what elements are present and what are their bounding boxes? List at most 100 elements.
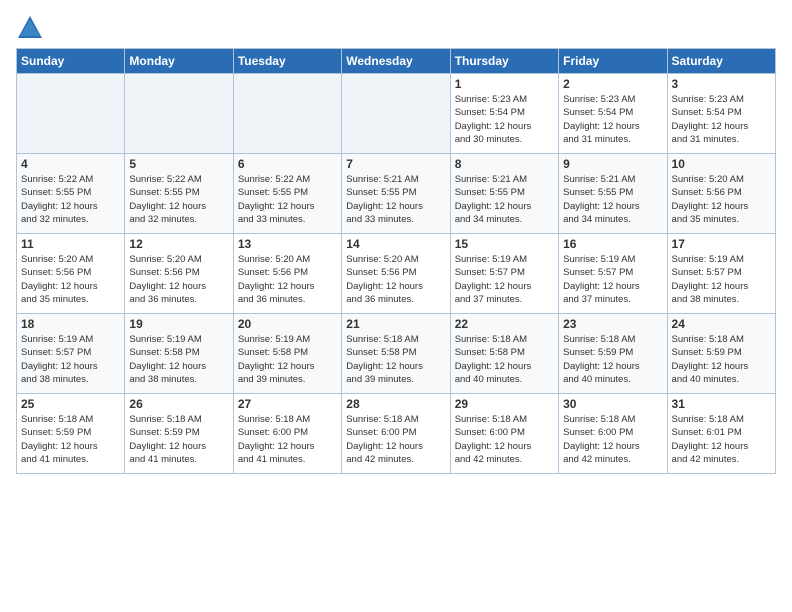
day-info: Sunrise: 5:20 AM Sunset: 5:56 PM Dayligh…: [238, 253, 337, 306]
day-number: 9: [563, 157, 662, 171]
day-number: 2: [563, 77, 662, 91]
day-number: 27: [238, 397, 337, 411]
day-info: Sunrise: 5:18 AM Sunset: 5:59 PM Dayligh…: [672, 333, 771, 386]
day-info: Sunrise: 5:18 AM Sunset: 5:58 PM Dayligh…: [346, 333, 445, 386]
weekday-header-saturday: Saturday: [667, 49, 775, 74]
weekday-header-sunday: Sunday: [17, 49, 125, 74]
weekday-header-row: SundayMondayTuesdayWednesdayThursdayFrid…: [17, 49, 776, 74]
calendar-cell: 6 Sunrise: 5:22 AM Sunset: 5:55 PM Daylig…: [233, 154, 341, 234]
day-number: 3: [672, 77, 771, 91]
day-info: Sunrise: 5:21 AM Sunset: 5:55 PM Dayligh…: [455, 173, 554, 226]
day-info: Sunrise: 5:18 AM Sunset: 6:00 PM Dayligh…: [455, 413, 554, 466]
day-info: Sunrise: 5:19 AM Sunset: 5:57 PM Dayligh…: [672, 253, 771, 306]
day-number: 14: [346, 237, 445, 251]
day-info: Sunrise: 5:22 AM Sunset: 5:55 PM Dayligh…: [238, 173, 337, 226]
calendar-cell: [342, 74, 450, 154]
day-number: 1: [455, 77, 554, 91]
calendar-cell: 30Sunrise: 5:18 AM Sunset: 6:00 PM Dayli…: [559, 394, 667, 474]
weekday-header-friday: Friday: [559, 49, 667, 74]
weekday-header-wednesday: Wednesday: [342, 49, 450, 74]
logo: [16, 14, 48, 42]
day-number: 20: [238, 317, 337, 331]
calendar-cell: 19 Sunrise: 5:19 AM Sunset: 5:58 PM Dayli…: [125, 314, 233, 394]
day-info: Sunrise: 5:21 AM Sunset: 5:55 PM Dayligh…: [346, 173, 445, 226]
day-info: Sunrise: 5:23 AM Sunset: 5:54 PM Dayligh…: [672, 93, 771, 146]
calendar-cell: 17 Sunrise: 5:19 AM Sunset: 5:57 PM Dayli…: [667, 234, 775, 314]
day-number: 18: [21, 317, 120, 331]
calendar-cell: 29 Sunrise: 5:18 AM Sunset: 6:00 PM Dayli…: [450, 394, 558, 474]
weekday-header-monday: Monday: [125, 49, 233, 74]
calendar-cell: 31 Sunrise: 5:18 AM Sunset: 6:01 PM Dayli…: [667, 394, 775, 474]
day-number: 28: [346, 397, 445, 411]
day-number: 26: [129, 397, 228, 411]
calendar-cell: 11 Sunrise: 5:20 AM Sunset: 5:56 PM Dayli…: [17, 234, 125, 314]
day-info: Sunrise: 5:18 AM Sunset: 5:59 PM Dayligh…: [129, 413, 228, 466]
day-info: Sunrise: 5:18 AM Sunset: 6:00 PM Dayligh…: [563, 413, 662, 466]
day-number: 6: [238, 157, 337, 171]
day-number: 7: [346, 157, 445, 171]
calendar-cell: 9 Sunrise: 5:21 AM Sunset: 5:55 PM Daylig…: [559, 154, 667, 234]
calendar-cell: 21 Sunrise: 5:18 AM Sunset: 5:58 PM Dayli…: [342, 314, 450, 394]
calendar-cell: 7 Sunrise: 5:21 AM Sunset: 5:55 PM Daylig…: [342, 154, 450, 234]
day-info: Sunrise: 5:18 AM Sunset: 6:00 PM Dayligh…: [238, 413, 337, 466]
day-info: Sunrise: 5:22 AM Sunset: 5:55 PM Dayligh…: [21, 173, 120, 226]
calendar-cell: 15 Sunrise: 5:19 AM Sunset: 5:57 PM Dayli…: [450, 234, 558, 314]
day-info: Sunrise: 5:20 AM Sunset: 5:56 PM Dayligh…: [129, 253, 228, 306]
calendar-cell: 26 Sunrise: 5:18 AM Sunset: 5:59 PM Dayli…: [125, 394, 233, 474]
day-number: 15: [455, 237, 554, 251]
day-number: 25: [21, 397, 120, 411]
day-info: Sunrise: 5:22 AM Sunset: 5:55 PM Dayligh…: [129, 173, 228, 226]
day-number: 24: [672, 317, 771, 331]
calendar-cell: 27 Sunrise: 5:18 AM Sunset: 6:00 PM Dayli…: [233, 394, 341, 474]
day-number: 12: [129, 237, 228, 251]
day-info: Sunrise: 5:18 AM Sunset: 6:01 PM Dayligh…: [672, 413, 771, 466]
day-number: 21: [346, 317, 445, 331]
day-info: Sunrise: 5:20 AM Sunset: 5:56 PM Dayligh…: [21, 253, 120, 306]
day-info: Sunrise: 5:23 AM Sunset: 5:54 PM Dayligh…: [455, 93, 554, 146]
page: SundayMondayTuesdayWednesdayThursdayFrid…: [0, 0, 792, 612]
day-number: 23: [563, 317, 662, 331]
calendar-cell: 1 Sunrise: 5:23 AM Sunset: 5:54 PM Daylig…: [450, 74, 558, 154]
logo-icon: [16, 14, 44, 42]
weekday-header-tuesday: Tuesday: [233, 49, 341, 74]
week-row-4: 18Sunrise: 5:19 AM Sunset: 5:57 PM Dayli…: [17, 314, 776, 394]
day-info: Sunrise: 5:20 AM Sunset: 5:56 PM Dayligh…: [346, 253, 445, 306]
header: [16, 10, 776, 42]
week-row-1: 1 Sunrise: 5:23 AM Sunset: 5:54 PM Daylig…: [17, 74, 776, 154]
calendar-cell: 24 Sunrise: 5:18 AM Sunset: 5:59 PM Dayli…: [667, 314, 775, 394]
week-row-5: 25 Sunrise: 5:18 AM Sunset: 5:59 PM Dayli…: [17, 394, 776, 474]
calendar-cell: [233, 74, 341, 154]
day-info: Sunrise: 5:21 AM Sunset: 5:55 PM Dayligh…: [563, 173, 662, 226]
calendar-cell: 12 Sunrise: 5:20 AM Sunset: 5:56 PM Dayli…: [125, 234, 233, 314]
day-info: Sunrise: 5:19 AM Sunset: 5:57 PM Dayligh…: [563, 253, 662, 306]
day-number: 4: [21, 157, 120, 171]
week-row-3: 11 Sunrise: 5:20 AM Sunset: 5:56 PM Dayli…: [17, 234, 776, 314]
week-row-2: 4 Sunrise: 5:22 AM Sunset: 5:55 PM Daylig…: [17, 154, 776, 234]
calendar-cell: 25 Sunrise: 5:18 AM Sunset: 5:59 PM Dayli…: [17, 394, 125, 474]
day-number: 31: [672, 397, 771, 411]
calendar-table: SundayMondayTuesdayWednesdayThursdayFrid…: [16, 48, 776, 474]
calendar-cell: 14 Sunrise: 5:20 AM Sunset: 5:56 PM Dayli…: [342, 234, 450, 314]
day-info: Sunrise: 5:18 AM Sunset: 5:59 PM Dayligh…: [21, 413, 120, 466]
calendar-cell: 13 Sunrise: 5:20 AM Sunset: 5:56 PM Dayli…: [233, 234, 341, 314]
day-number: 22: [455, 317, 554, 331]
day-info: Sunrise: 5:19 AM Sunset: 5:58 PM Dayligh…: [129, 333, 228, 386]
day-number: 19: [129, 317, 228, 331]
calendar-cell: 18Sunrise: 5:19 AM Sunset: 5:57 PM Dayli…: [17, 314, 125, 394]
weekday-header-thursday: Thursday: [450, 49, 558, 74]
day-info: Sunrise: 5:19 AM Sunset: 5:57 PM Dayligh…: [455, 253, 554, 306]
calendar-cell: 4 Sunrise: 5:22 AM Sunset: 5:55 PM Daylig…: [17, 154, 125, 234]
day-number: 16: [563, 237, 662, 251]
day-number: 29: [455, 397, 554, 411]
day-number: 13: [238, 237, 337, 251]
calendar-cell: 20 Sunrise: 5:19 AM Sunset: 5:58 PM Dayli…: [233, 314, 341, 394]
day-number: 5: [129, 157, 228, 171]
day-number: 17: [672, 237, 771, 251]
calendar-cell: 10Sunrise: 5:20 AM Sunset: 5:56 PM Dayli…: [667, 154, 775, 234]
calendar-cell: [17, 74, 125, 154]
calendar-cell: 16 Sunrise: 5:19 AM Sunset: 5:57 PM Dayli…: [559, 234, 667, 314]
day-info: Sunrise: 5:19 AM Sunset: 5:58 PM Dayligh…: [238, 333, 337, 386]
day-info: Sunrise: 5:18 AM Sunset: 5:59 PM Dayligh…: [563, 333, 662, 386]
calendar-cell: 23 Sunrise: 5:18 AM Sunset: 5:59 PM Dayli…: [559, 314, 667, 394]
day-number: 11: [21, 237, 120, 251]
